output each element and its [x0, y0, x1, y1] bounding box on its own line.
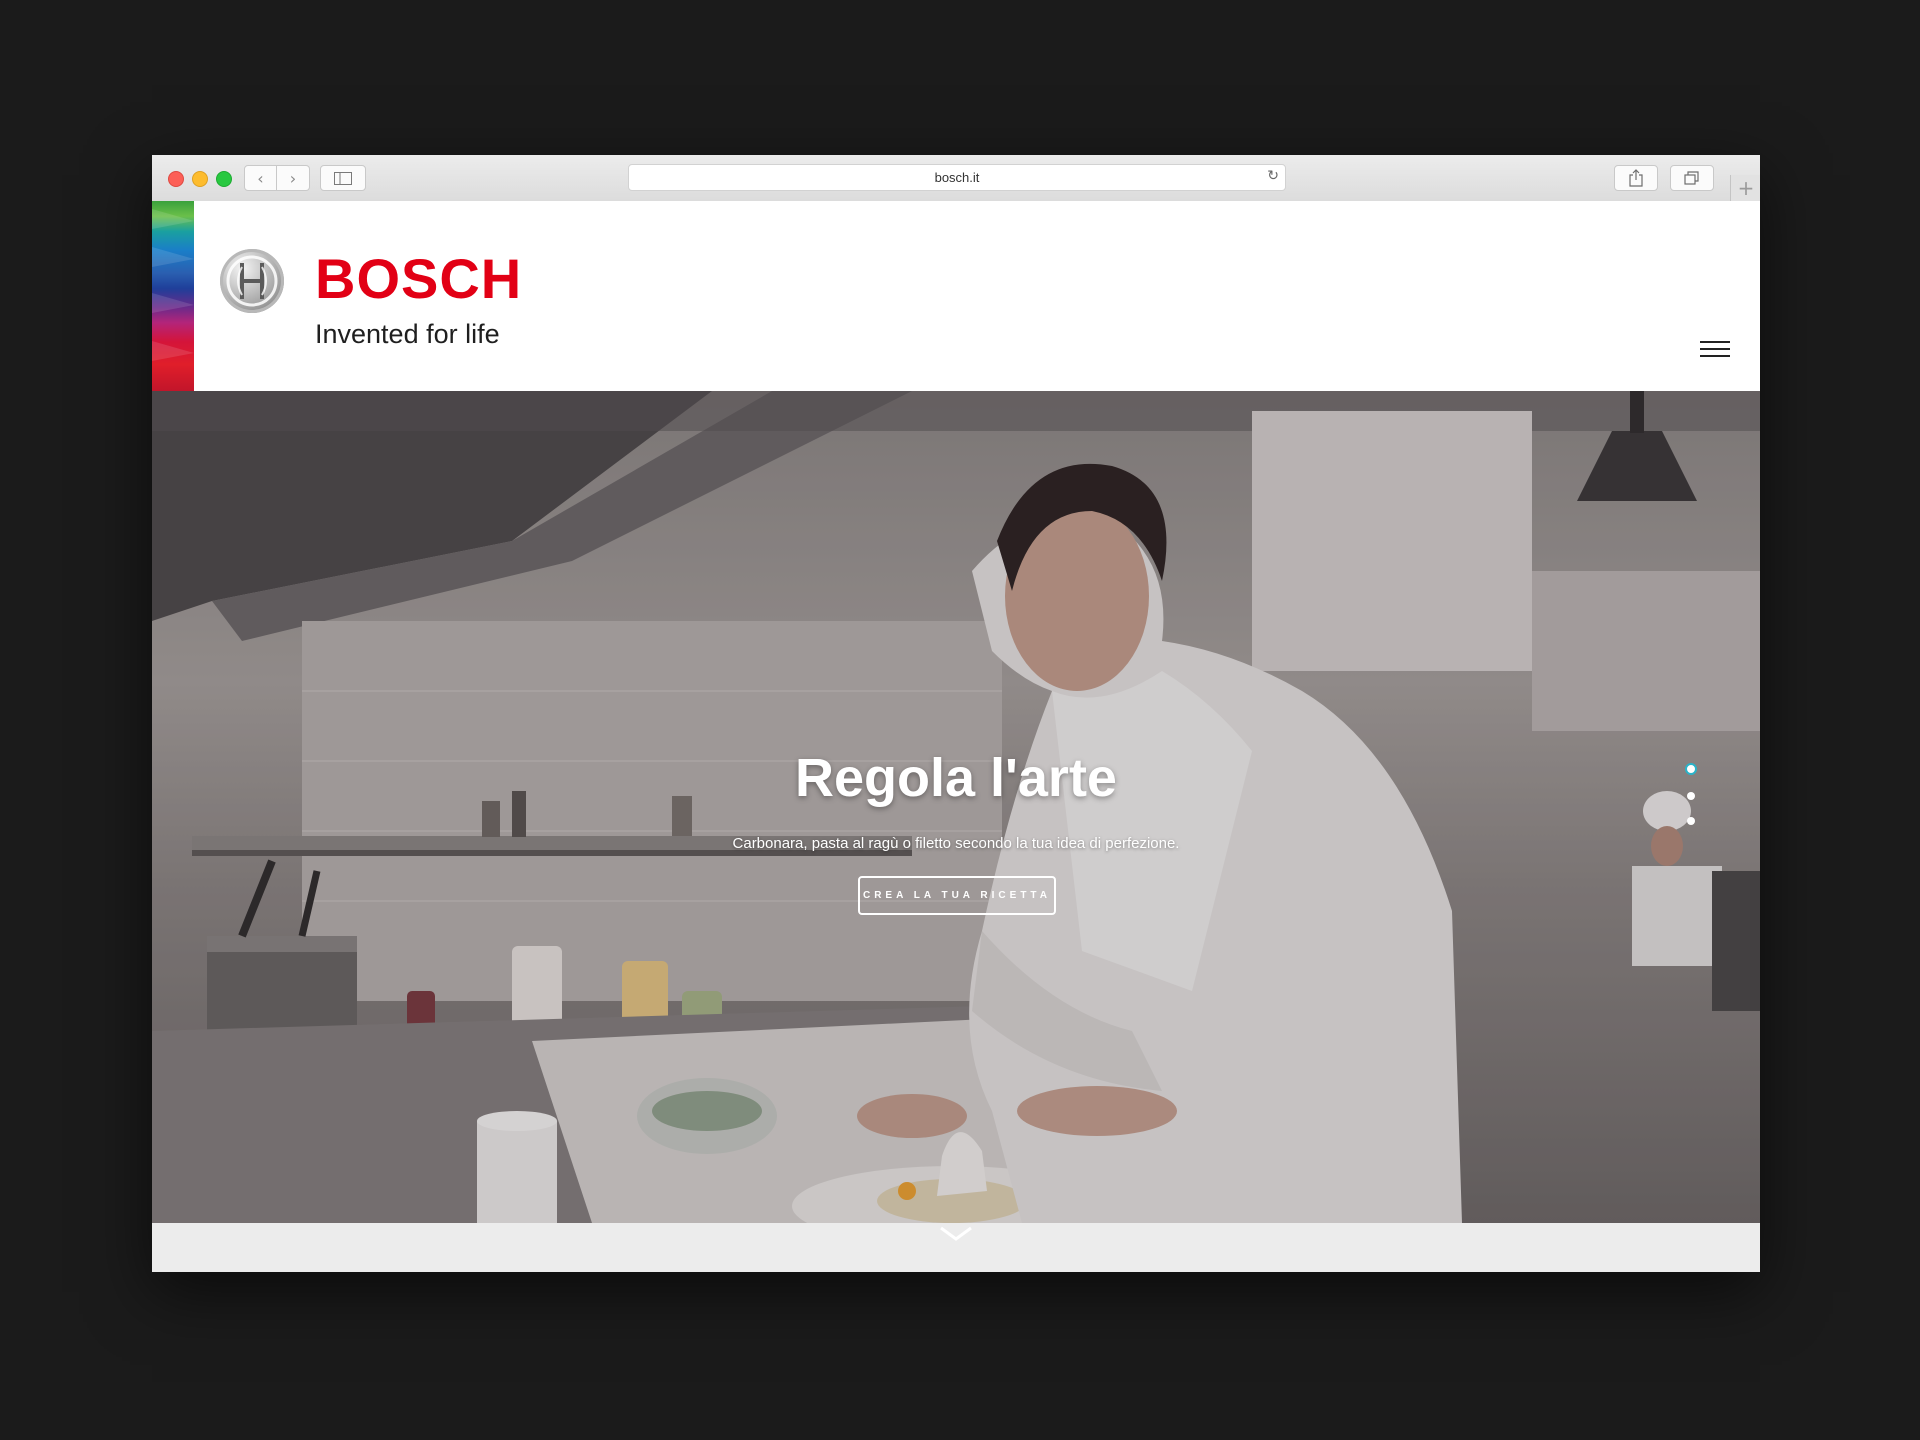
hamburger-menu-icon[interactable]	[1700, 341, 1730, 361]
share-button[interactable]	[1614, 165, 1658, 191]
brand-wordmark[interactable]: BOSCH	[315, 251, 522, 307]
site-header: BOSCH Invented for life	[152, 201, 1760, 391]
history-nav: ‹ ›	[244, 165, 310, 191]
minimize-window-button[interactable]	[192, 171, 208, 187]
chevron-down-icon[interactable]	[938, 1225, 974, 1243]
reload-icon[interactable]: ↻	[1267, 168, 1279, 184]
slide-dot-2[interactable]	[1687, 792, 1695, 800]
slide-pagination	[1685, 763, 1697, 842]
url-text: bosch.it	[934, 170, 980, 185]
hero-subtitle: Carbonara, pasta al ragù o filetto secon…	[732, 835, 1180, 852]
bosch-armature-logo-icon[interactable]	[220, 249, 284, 313]
brand-tagline: Invented for life	[315, 319, 500, 349]
forward-button[interactable]: ›	[277, 165, 310, 191]
sidebar-toggle-button[interactable]	[320, 165, 366, 191]
create-recipe-button[interactable]: CREA LA TUA RICETTA	[858, 876, 1056, 915]
browser-toolbar: ‹ › bosch.it ↻ +	[152, 155, 1760, 202]
tabs-icon	[1684, 171, 1699, 185]
slide-dot-3[interactable]	[1687, 817, 1695, 825]
new-tab-button[interactable]: +	[1730, 175, 1760, 201]
zoom-window-button[interactable]	[216, 171, 232, 187]
chevron-left-icon: ‹	[257, 168, 264, 188]
close-window-button[interactable]	[168, 171, 184, 187]
brand-color-stripe	[152, 201, 194, 391]
address-bar[interactable]: bosch.it ↻	[628, 164, 1286, 191]
hero-title: Regola l'arte	[795, 748, 1117, 808]
back-button[interactable]: ‹	[244, 165, 277, 191]
sidebar-icon	[334, 171, 352, 185]
show-tabs-button[interactable]	[1670, 165, 1714, 191]
slide-dot-1[interactable]	[1685, 763, 1697, 775]
plus-icon: +	[1737, 176, 1755, 200]
browser-window: ‹ › bosch.it ↻ + BOSCH Invented for life…	[152, 155, 1760, 1272]
scroll-notch	[882, 1223, 1030, 1272]
chevron-right-icon: ›	[289, 168, 297, 188]
share-icon	[1629, 169, 1643, 187]
hero-banner: Regola l'arte Carbonara, pasta al ragù o…	[152, 391, 1760, 1223]
